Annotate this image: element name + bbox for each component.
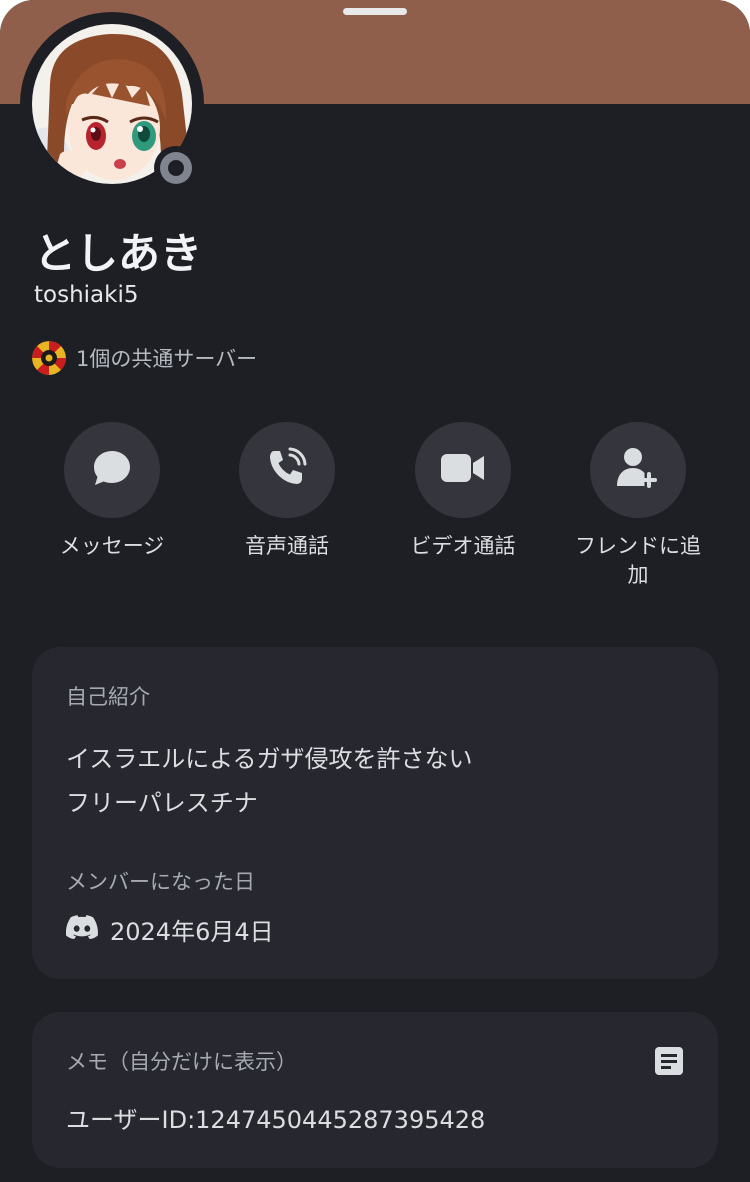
chat-bubble-icon — [92, 448, 132, 492]
mutual-servers-label: 1個の共通サーバー — [76, 347, 258, 371]
phone-icon — [266, 447, 308, 493]
bio-line: フリーパレスチナ — [66, 789, 258, 817]
note-heading: メモ（自分だけに表示） — [66, 1050, 297, 1074]
about-heading: 自己紹介 — [66, 685, 150, 709]
voice-call-button-circle[interactable] — [239, 422, 335, 518]
add-friend-button-circle[interactable] — [590, 422, 686, 518]
add-friend-button-label: フレンドに追加 — [575, 534, 701, 587]
offline-status-icon — [160, 152, 192, 184]
video-call-button-circle[interactable] — [415, 422, 511, 518]
voice-call-button[interactable]: 音声通話 — [212, 422, 362, 561]
add-friend-button[interactable]: フレンドに追加 — [563, 422, 713, 590]
member-since-date: 2024年6月4日 — [110, 917, 274, 946]
username[interactable]: toshiaki5 — [34, 282, 138, 308]
voice-call-button-label: 音声通話 — [245, 534, 329, 558]
bio-line: イスラエルによるガザ侵攻を許さない — [66, 745, 473, 773]
video-call-button[interactable]: ビデオ通話 — [388, 422, 538, 561]
add-friend-icon — [615, 446, 661, 494]
note-icon[interactable] — [654, 1046, 684, 1076]
message-button-label: メッセージ — [59, 534, 165, 558]
member-since-heading: メンバーになった日 — [66, 870, 255, 894]
discord-icon — [65, 915, 98, 943]
message-button-circle[interactable] — [64, 422, 160, 518]
about-card: 自己紹介 イスラエルによるガザ侵攻を許さない フリーパレスチナ メンバーになった… — [32, 647, 718, 979]
video-call-button-label: ビデオ通話 — [410, 534, 516, 558]
message-button[interactable]: メッセージ — [37, 422, 187, 561]
member-since-row: 2024年6月4日 — [65, 911, 274, 947]
profile-sheet: としあき toshiaki5 1個の共通サーバー メッセージ 音声通話 ビデオ通… — [0, 0, 750, 1182]
video-camera-icon — [440, 450, 486, 490]
note-card[interactable]: メモ（自分だけに表示） ユーザーID:1247450445287395428 — [32, 1012, 718, 1168]
mutual-servers-row[interactable]: 1個の共通サーバー — [32, 340, 257, 376]
drag-handle[interactable] — [343, 8, 407, 15]
display-name: としあき — [34, 229, 203, 278]
server-icon — [32, 341, 66, 375]
note-input[interactable]: ユーザーID:1247450445287395428 — [66, 1100, 485, 1135]
